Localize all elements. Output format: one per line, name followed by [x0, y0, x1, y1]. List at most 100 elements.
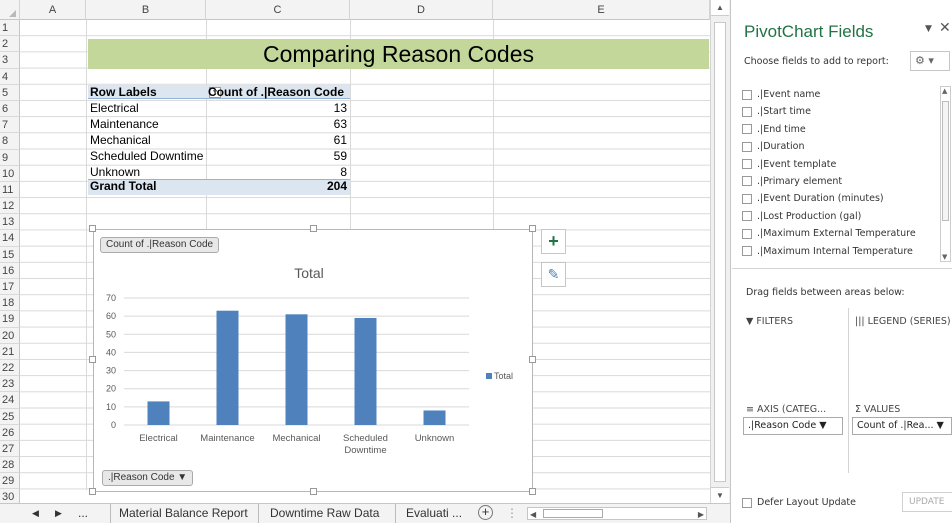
row-header[interactable]: 19 [0, 311, 20, 328]
row-header[interactable]: 25 [0, 408, 20, 425]
tab-ellipsis[interactable]: ... [78, 504, 88, 523]
defer-checkbox[interactable] [742, 497, 752, 508]
column-header-B[interactable]: B [86, 0, 206, 20]
pivot-chart[interactable]: Count of .|Reason Code .|Reason Code ▼ T… [93, 229, 533, 492]
field-item[interactable]: .|Event template [742, 156, 938, 173]
tab-downtime-raw-data[interactable]: Downtime Raw Data [258, 504, 379, 523]
pivot-row-value[interactable]: 61 [290, 132, 347, 148]
row-header[interactable]: 1 [0, 20, 20, 37]
row-header[interactable]: 7 [0, 117, 20, 134]
field-item[interactable]: .|Event name [742, 86, 938, 103]
tab-next-icon[interactable]: ▶ [55, 504, 62, 523]
row-header[interactable]: 28 [0, 457, 20, 474]
row-header[interactable]: 8 [0, 133, 20, 150]
row-header[interactable]: 2 [0, 36, 20, 53]
tab-prev-icon[interactable]: ◀ [32, 504, 39, 523]
row-header[interactable]: 13 [0, 214, 20, 231]
field-checkbox[interactable] [742, 193, 752, 204]
tab-evaluation[interactable]: Evaluati ... [395, 504, 462, 523]
scroll-down-icon[interactable]: ▼ [711, 487, 729, 503]
select-all-corner[interactable] [0, 0, 20, 20]
pivot-row-value[interactable]: 63 [290, 116, 347, 132]
splitter-icon[interactable]: ⋮ [506, 504, 518, 523]
scroll-thumb[interactable] [714, 22, 726, 482]
row-header[interactable]: 20 [0, 327, 20, 344]
field-list-thumb[interactable] [942, 101, 949, 221]
pivot-row-label[interactable]: Maintenance [90, 116, 159, 132]
column-header-E[interactable]: E [493, 0, 710, 20]
column-header-C[interactable]: C [206, 0, 350, 20]
pivot-row-label[interactable]: Electrical [90, 100, 139, 116]
pivot-row-value[interactable]: 13 [290, 100, 347, 116]
close-icon[interactable]: ✕ [939, 20, 951, 36]
row-labels-header[interactable]: Row Labels ▼ [90, 84, 222, 100]
row-header[interactable]: 17 [0, 279, 20, 296]
row-header[interactable]: 4 [0, 68, 20, 85]
row-header[interactable]: 11 [0, 181, 20, 199]
column-header-A[interactable]: A [20, 0, 86, 20]
update-button[interactable]: UPDATE [902, 492, 952, 512]
row-header[interactable]: 18 [0, 295, 20, 312]
vertical-scrollbar[interactable]: ▲ ▼ [710, 0, 730, 503]
worksheet[interactable]: ABCDE 1 2 3 4 5 6 7 8 9 10 11 12 13 14 15 16 17 18 19 20 21 2… [0, 0, 731, 523]
row-header[interactable]: 29 [0, 473, 20, 490]
bar-maintenance [216, 310, 239, 425]
field-list-scrollbar[interactable]: ▲ ▼ [940, 86, 951, 262]
count-header[interactable]: Count of .|Reason Code [208, 84, 344, 100]
field-checkbox[interactable] [742, 159, 752, 170]
row-header[interactable]: 14 [0, 230, 20, 247]
grand-total-value[interactable]: 204 [290, 178, 347, 194]
row-header[interactable]: 16 [0, 262, 20, 279]
row-header[interactable]: 5 [0, 84, 20, 101]
field-checkbox[interactable] [742, 106, 752, 117]
values-field-pill[interactable]: Count of .|Rea... ▼ [852, 417, 952, 435]
hscroll-right-icon[interactable]: ▶ [698, 505, 704, 523]
field-checkbox[interactable] [742, 124, 752, 135]
chart-styles-brush-icon[interactable]: ✎ [541, 262, 566, 287]
field-item[interactable]: .|Reason Code [742, 260, 938, 262]
axis-field-pill[interactable]: .|Reason Code ▼ [743, 417, 843, 435]
row-header[interactable]: 27 [0, 440, 20, 458]
tools-gear-icon[interactable]: ⚙ ▾ [910, 51, 950, 71]
pivot-row-label[interactable]: Scheduled Downtime [90, 148, 203, 164]
scroll-up-icon[interactable]: ▲ [711, 0, 729, 16]
row-header[interactable]: 23 [0, 376, 20, 393]
grand-total-label[interactable]: Grand Total [90, 178, 156, 194]
tab-material-balance-report[interactable]: Material Balance Report [110, 504, 248, 523]
field-item[interactable]: .|Maximum Internal Temperature [742, 243, 938, 260]
row-header[interactable]: 24 [0, 392, 20, 409]
field-checkbox[interactable] [742, 211, 752, 222]
row-header[interactable]: 26 [0, 424, 20, 441]
field-item[interactable]: .|Lost Production (gal) [742, 208, 938, 225]
hscroll-thumb[interactable] [543, 509, 603, 518]
field-item[interactable]: .|Maximum External Temperature [742, 225, 938, 242]
pane-options-icon[interactable]: ▼ [925, 24, 932, 34]
hscroll-left-icon[interactable]: ◀ [530, 505, 536, 523]
x-tick-label: Mechanical [272, 433, 320, 444]
horizontal-scrollbar[interactable]: ◀ ▶ [527, 507, 707, 520]
field-checkbox[interactable] [742, 89, 752, 100]
row-header[interactable]: 9 [0, 149, 20, 166]
pivot-row-value[interactable]: 59 [290, 148, 347, 164]
row-header[interactable]: 10 [0, 165, 20, 182]
row-header[interactable]: 15 [0, 246, 20, 263]
field-item[interactable]: .|Start time [742, 103, 938, 120]
row-header[interactable]: 3 [0, 52, 20, 69]
field-item[interactable]: .|End time [742, 121, 938, 138]
pivot-row-label[interactable]: Mechanical [90, 132, 151, 148]
row-header[interactable]: 22 [0, 359, 20, 377]
row-header[interactable]: 21 [0, 343, 20, 360]
field-checkbox[interactable] [742, 176, 752, 187]
field-item[interactable]: .|Event Duration (minutes) [742, 190, 938, 207]
field-item[interactable]: .|Primary element [742, 173, 938, 190]
chart-elements-plus-icon[interactable]: + [541, 229, 566, 254]
field-checkbox[interactable] [742, 246, 752, 257]
column-header-D[interactable]: D [350, 0, 493, 20]
add-sheet-icon[interactable]: + [478, 505, 493, 520]
field-checkbox[interactable] [742, 141, 752, 152]
row-header[interactable]: 12 [0, 198, 20, 215]
field-checkbox[interactable] [742, 228, 752, 239]
defer-layout-update[interactable]: Defer Layout Update [742, 497, 856, 508]
row-header[interactable]: 6 [0, 100, 20, 118]
field-item[interactable]: .|Duration [742, 138, 938, 155]
